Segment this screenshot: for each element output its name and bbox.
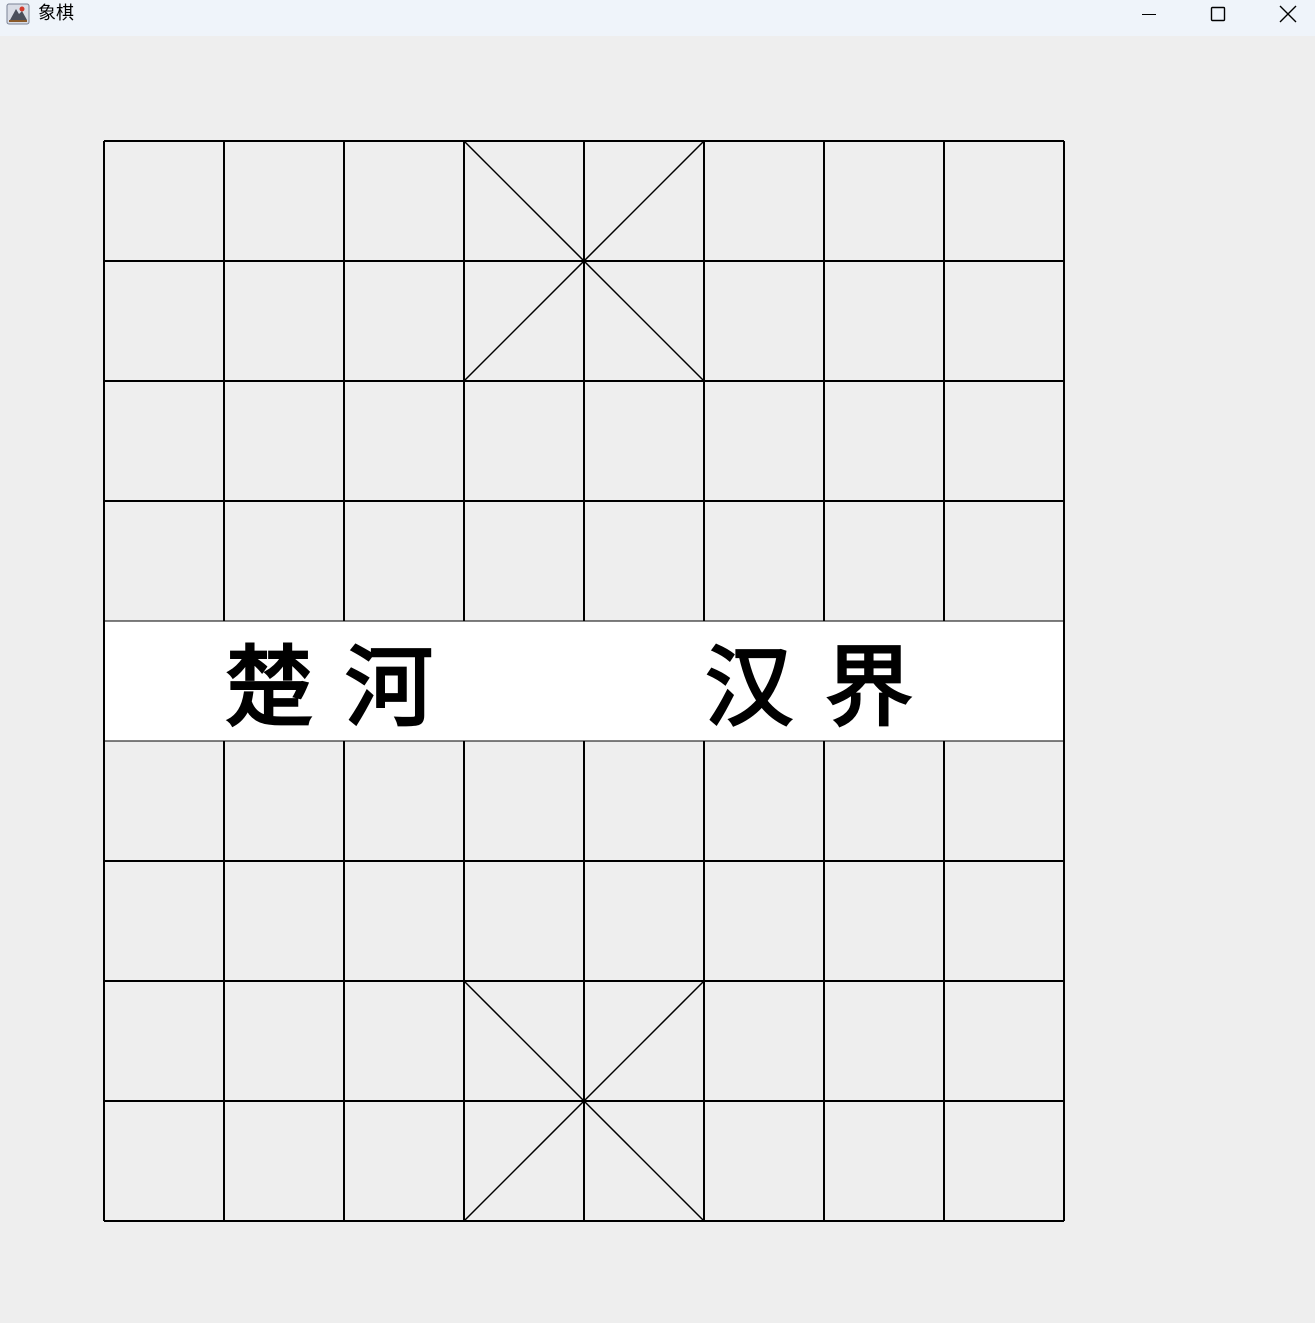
maximize-button[interactable] — [1195, 0, 1241, 28]
game-panel[interactable]: 楚 河 汉 界 — [0, 36, 1315, 1323]
java-app-icon — [6, 3, 30, 25]
river-char-he: 河 — [345, 636, 433, 739]
river-char-chu: 楚 — [225, 636, 313, 739]
window-title: 象棋 — [38, 3, 74, 24]
close-button[interactable] — [1265, 0, 1311, 28]
river-char-jie: 界 — [825, 636, 913, 739]
close-icon — [1279, 5, 1297, 23]
maximize-icon — [1210, 6, 1226, 22]
river-char-han: 汉 — [705, 636, 794, 739]
xiangqi-board[interactable]: 楚 河 汉 界 — [0, 36, 1315, 1323]
minimize-icon — [1141, 6, 1157, 22]
title-bar: 象棋 — [0, 0, 1315, 36]
minimize-button[interactable] — [1126, 0, 1172, 28]
